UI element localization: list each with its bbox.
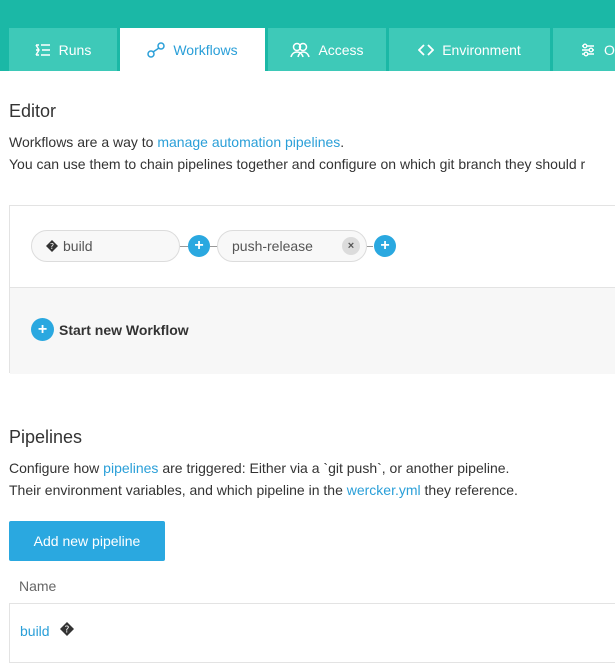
column-header-name: Name — [19, 578, 57, 594]
top-nav-bar: Runs Workflows Access Environment O — [0, 0, 615, 71]
tab-label: Environment — [442, 41, 521, 58]
access-icon — [290, 42, 311, 58]
tab-label: Runs — [58, 41, 92, 58]
connector-line — [367, 246, 373, 247]
node-label: push-release — [232, 238, 313, 254]
tab-access[interactable]: Access — [268, 28, 386, 71]
start-new-workflow-link[interactable]: Start new Workflow — [59, 322, 189, 338]
editor-description-line1: Workflows are a way to manage automation… — [9, 134, 344, 150]
pipelines-desc-text: Configure how — [9, 460, 104, 476]
pipelines-link[interactable]: pipelines — [103, 460, 158, 476]
add-pipeline-after-push-release-button[interactable]: + — [374, 235, 396, 257]
git-branch-icon: ? — [60, 622, 74, 636]
workflow-node-build[interactable]: ? build — [31, 230, 180, 262]
connector-line — [180, 246, 188, 247]
table-row: build ? — [9, 603, 615, 663]
tab-label: O — [604, 41, 615, 58]
pipelines-description-line2: Their environment variables, and which p… — [9, 482, 518, 498]
add-new-pipeline-button[interactable]: Add new pipeline — [9, 521, 165, 561]
node-label: build — [63, 238, 93, 254]
manage-pipelines-link[interactable]: manage automation pipelines — [157, 134, 340, 150]
tab-runs[interactable]: Runs — [9, 28, 117, 71]
editor-desc-text: Workflows are a way to — [9, 134, 158, 150]
tab-workflows[interactable]: Workflows — [120, 28, 265, 71]
pipelines-desc-suffix: are triggered: Either via a `git push`, … — [158, 460, 510, 476]
runs-icon — [35, 43, 51, 57]
workflow-editor-box: ? build + push-release × + + Start new W… — [9, 205, 615, 374]
start-new-workflow-icon[interactable]: + — [31, 318, 54, 341]
remove-node-button[interactable]: × — [342, 237, 360, 255]
tab-label: Workflows — [173, 41, 238, 58]
wercker-yml-link[interactable]: wercker.yml — [347, 482, 421, 498]
svg-text:?: ? — [50, 242, 54, 251]
pipeline-link-build[interactable]: build — [20, 623, 50, 639]
tab-label: Access — [318, 41, 364, 58]
workflows-icon — [147, 41, 166, 58]
pipelines-desc-suffix: they reference. — [420, 482, 518, 498]
editor-description-line2: You can use them to chain pipelines toge… — [9, 156, 586, 172]
add-pipeline-after-build-button[interactable]: + — [188, 235, 210, 257]
pipelines-title: Pipelines — [9, 427, 83, 447]
svg-text:?: ? — [65, 625, 70, 636]
code-icon — [418, 43, 435, 57]
tab-environment[interactable]: Environment — [389, 28, 550, 71]
start-workflow-area: + Start new Workflow — [10, 287, 615, 374]
tab-options[interactable]: O — [553, 28, 615, 71]
pipelines-description-line1: Configure how pipelines are triggered: E… — [9, 460, 509, 476]
editor-title: Editor — [9, 101, 57, 121]
git-branch-icon: ? — [46, 240, 58, 252]
pipelines-desc-text: Their environment variables, and which p… — [9, 482, 347, 498]
options-icon — [580, 42, 596, 58]
editor-desc-suffix: . — [340, 134, 345, 150]
